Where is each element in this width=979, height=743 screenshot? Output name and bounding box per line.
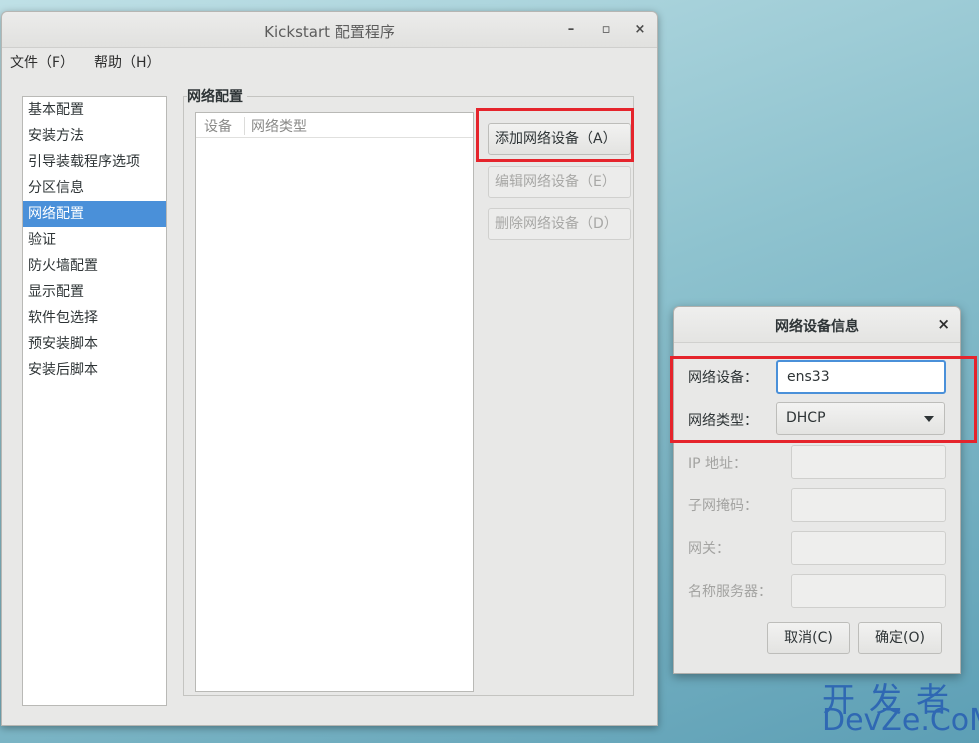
edit-network-device-button[interactable]: 编辑网络设备（E） <box>488 166 631 198</box>
sidebar-item-firewall[interactable]: 防火墙配置 <box>23 253 166 279</box>
sidebar-item-network[interactable]: 网络配置 <box>23 201 166 227</box>
close-icon[interactable]: × <box>629 19 651 41</box>
column-header-device[interactable]: 设备 <box>204 116 232 136</box>
sidebar-item-pre-script[interactable]: 预安装脚本 <box>23 331 166 357</box>
ip-address-label: IP 地址： <box>688 456 748 472</box>
highlight-box-add-button <box>476 108 634 162</box>
category-list: 基本配置 安装方法 引导装载程序选项 分区信息 网络配置 验证 防火墙配置 显示… <box>22 96 167 706</box>
maximize-icon[interactable]: ▫ <box>595 19 617 41</box>
column-divider <box>244 117 245 135</box>
sidebar-item-auth[interactable]: 验证 <box>23 227 166 253</box>
cancel-button[interactable]: 取消(C) <box>767 622 850 654</box>
menu-file[interactable]: 文件（F） <box>10 52 74 72</box>
menu-help[interactable]: 帮助（H） <box>94 52 161 72</box>
highlight-box-device-fields <box>670 356 977 443</box>
netmask-label: 子网掩码： <box>688 498 758 514</box>
dialog-close-icon[interactable]: × <box>937 315 950 333</box>
window-title: Kickstart 配置程序 <box>264 23 395 41</box>
minimize-icon[interactable]: – <box>560 19 582 41</box>
sidebar-item-display[interactable]: 显示配置 <box>23 279 166 305</box>
watermark-logo-bottom: DevZe.CoM <box>822 703 979 738</box>
sidebar-item-install-method[interactable]: 安装方法 <box>23 123 166 149</box>
network-device-table[interactable]: 设备 网络类型 <box>195 112 474 692</box>
dialog-titlebar[interactable]: 网络设备信息 × <box>674 307 960 343</box>
gateway-label: 网关： <box>688 541 730 557</box>
sidebar-item-basic[interactable]: 基本配置 <box>23 97 166 123</box>
menubar: 文件（F） 帮助（H） <box>2 49 657 75</box>
gateway-input[interactable] <box>791 531 946 565</box>
sidebar-item-partition[interactable]: 分区信息 <box>23 175 166 201</box>
column-header-network-type[interactable]: 网络类型 <box>251 116 307 136</box>
ok-button[interactable]: 确定(O) <box>858 622 942 654</box>
sidebar-item-bootloader[interactable]: 引导装载程序选项 <box>23 149 166 175</box>
netmask-input[interactable] <box>791 488 946 522</box>
delete-network-device-button[interactable]: 删除网络设备（D） <box>488 208 631 240</box>
sidebar-item-post-script[interactable]: 安装后脚本 <box>23 357 166 383</box>
window-titlebar[interactable]: Kickstart 配置程序 – ▫ × <box>2 12 657 48</box>
nameserver-input[interactable] <box>791 574 946 608</box>
network-section-title: 网络配置 <box>187 86 247 106</box>
table-header: 设备 网络类型 <box>196 113 473 138</box>
ip-address-input[interactable] <box>791 445 946 479</box>
nameserver-label: 名称服务器： <box>688 584 772 600</box>
dialog-title: 网络设备信息 <box>775 319 859 335</box>
sidebar-item-packages[interactable]: 软件包选择 <box>23 305 166 331</box>
